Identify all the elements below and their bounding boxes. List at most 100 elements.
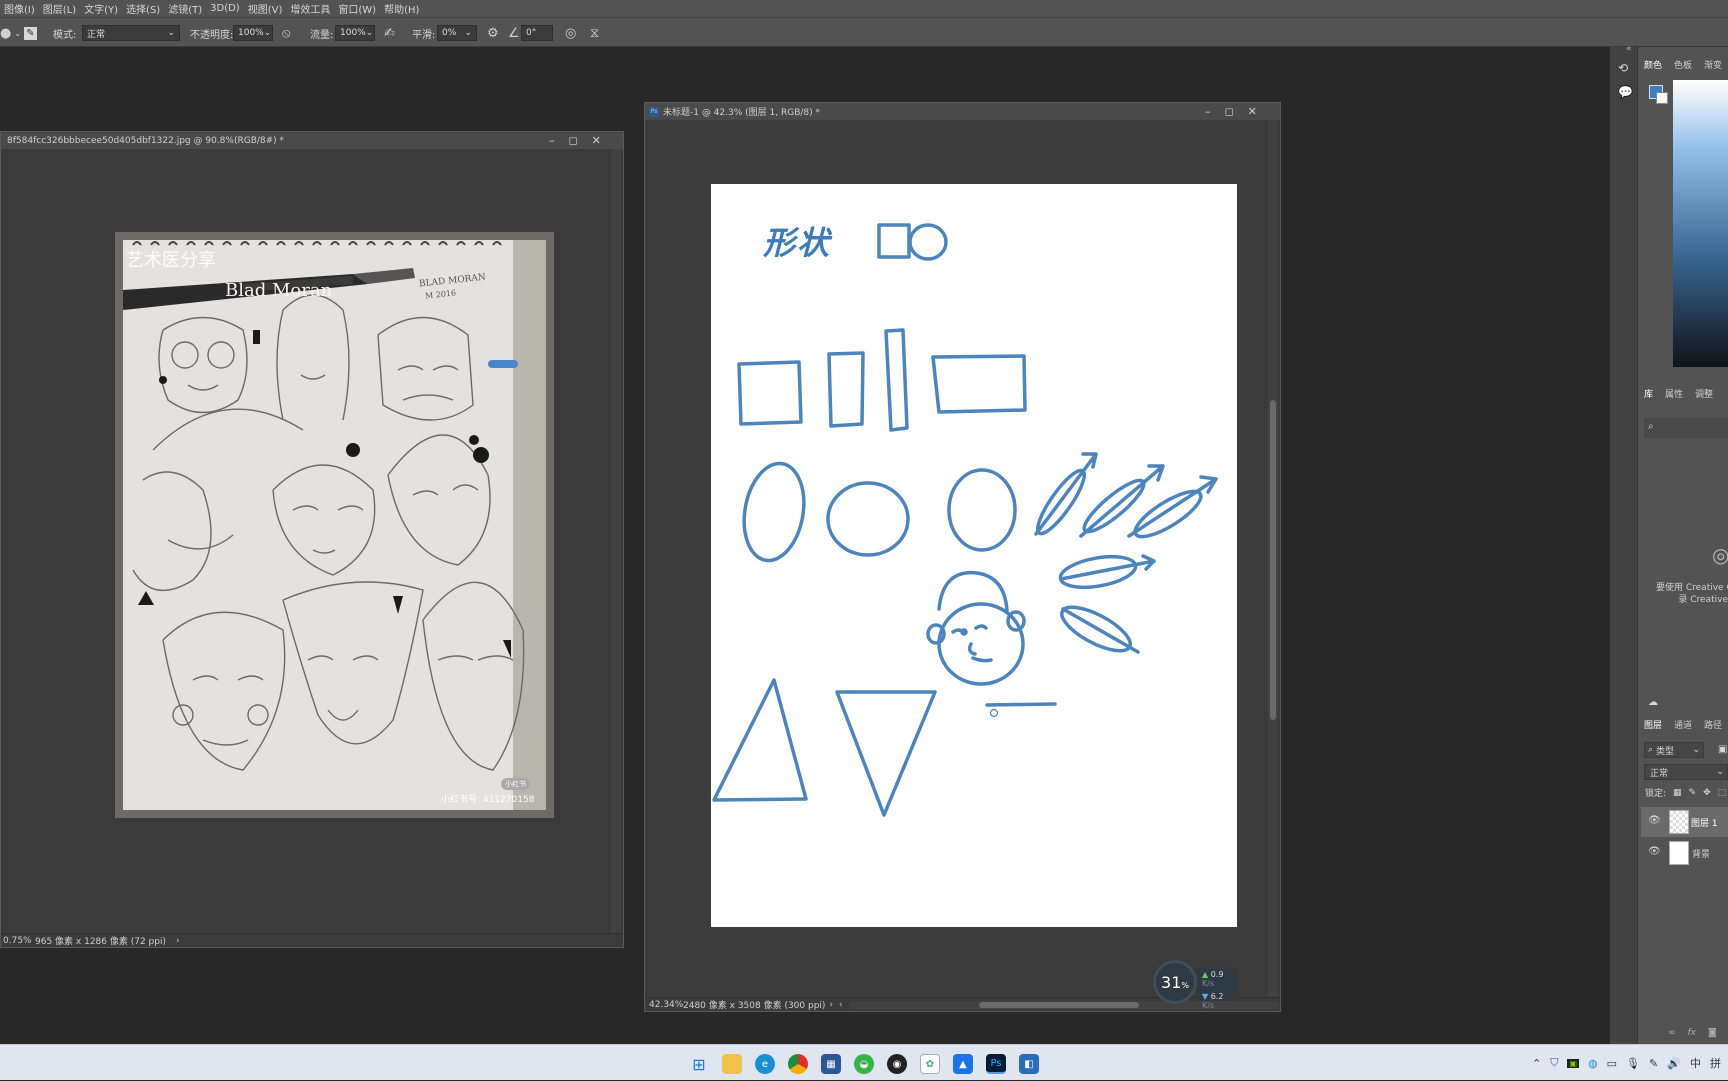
chevron-up-icon[interactable]: ⌃ [1532,1057,1541,1070]
layer-row[interactable]: 👁 背景 [1641,838,1728,868]
layers-footer: ∞ fx ◙ [1668,1028,1717,1038]
doc1-title-bar[interactable]: 8f584fcc326bbbecee50d405dbf1322.jpg @ 90… [1,132,623,149]
drawing-canvas[interactable]: 形状 [711,184,1237,927]
blend-mode-select[interactable]: 正常 ⌄ [1644,764,1728,780]
pressure-opacity-icon[interactable]: ⦸ [282,18,290,48]
fx-icon[interactable]: fx [1688,1028,1697,1038]
lock-paint-icon[interactable]: ✎ [1689,788,1697,798]
menu-type[interactable]: 文字(Y) [80,1,122,16]
windows-start-icon[interactable]: ⊞ [689,1054,709,1074]
menu-window[interactable]: 窗口(W) [334,1,380,16]
layer-row[interactable]: 👁 图层 1 [1641,807,1728,837]
maximize-icon[interactable]: ◻ [1225,105,1234,118]
tab-layers[interactable]: 图层 [1644,718,1662,731]
shield-icon[interactable]: ⛉ [1550,1056,1558,1070]
chevron-right-icon[interactable]: › [829,1000,833,1010]
network-meter[interactable]: 31% [1153,960,1197,1004]
symmetry-icon[interactable]: ⧖ [590,18,599,48]
lock-move-icon[interactable]: ✥ [1703,788,1711,798]
layer-thumbnail [1669,841,1689,865]
menu-help[interactable]: 帮助(H) [380,1,423,16]
brush-settings-toggle[interactable]: ✎ [24,18,37,48]
mode-select[interactable]: 正常 ⌄ [82,25,180,41]
minimize-icon[interactable]: – [1205,105,1211,118]
menu-select[interactable]: 选择(S) [122,1,164,16]
doc2-hscroll-thumb[interactable] [978,1001,1139,1008]
cloud-sync-icon[interactable]: ☁ [1648,697,1658,708]
smooth-field[interactable]: 0% ⌄ [437,25,477,41]
flow-field[interactable]: 100% ⌄ [335,25,375,41]
layers-panel-tabs: 图层 通道 路径 [1638,714,1728,734]
menu-plugins[interactable]: 增效工具 [286,1,334,16]
pressure-size-icon[interactable]: ◎ [565,18,576,48]
airbrush-icon[interactable]: ✍ [384,18,395,48]
pen-icon[interactable]: ✎ [1649,1057,1658,1070]
lock-artboard-icon[interactable]: ⬚ [1718,788,1727,798]
doc2-title-bar[interactable]: Ps 未标题-1 @ 42.3% (图层 1, RGB/8) * [645,103,1280,120]
maximize-icon[interactable]: ◻ [569,134,578,147]
history-icon[interactable]: ⟲ [1618,61,1628,75]
network-icon[interactable]: ◍ [1588,1057,1598,1070]
minimize-icon[interactable]: – [549,134,555,147]
ps-doc-icon: Ps [649,106,659,117]
color-picker-field[interactable] [1673,80,1728,367]
edge-browser-icon[interactable]: e [755,1054,775,1074]
doc1-vertical-scrollbar[interactable] [611,149,621,935]
ime-mode[interactable]: 拼 [1710,1055,1721,1071]
background-color-swatch[interactable] [1656,92,1668,104]
tab-channels[interactable]: 通道 [1674,718,1692,731]
library-search-input[interactable]: ⌕ [1644,418,1728,438]
tab-properties[interactable]: 属性 [1665,387,1683,400]
tab-adjustments[interactable]: 调整 [1695,387,1713,400]
image-viewer-icon[interactable]: ◧ [1019,1054,1039,1074]
angle-field[interactable]: 0° [521,25,553,41]
tab-paths[interactable]: 路径 [1704,718,1722,731]
layer-name: 图层 1 [1691,819,1718,829]
brush-preset-picker[interactable]: ● ⌄ [0,18,21,48]
opacity-field[interactable]: 100% ⌄ [233,25,273,41]
doc2-zoom[interactable]: 42.34% [645,1000,683,1010]
visibility-eye-icon[interactable]: 👁 [1648,815,1661,826]
nvidia-icon[interactable]: ▣ [1567,1058,1580,1068]
wechat-icon[interactable]: ◒ [854,1054,874,1074]
screenshot-app-icon[interactable]: ✿ [920,1054,940,1074]
tab-gradients[interactable]: 渐变 [1704,58,1722,71]
visibility-eye-icon[interactable]: 👁 [1648,846,1661,857]
doc1-zoom[interactable]: 0.75% [1,936,32,946]
close-icon[interactable]: ✕ [592,134,601,147]
menu-3d[interactable]: 3D(D) [206,3,244,14]
collapse-panels-icon[interactable]: « [1626,44,1632,54]
gear-icon[interactable]: ⚙ [487,18,499,48]
menu-layer[interactable]: 图层(L) [39,1,80,16]
library-notice-2: 录 Creative [1678,595,1728,605]
file-explorer-icon[interactable] [722,1054,742,1074]
tab-libraries[interactable]: 库 [1644,387,1653,400]
menu-image[interactable]: 图像(I) [0,1,39,16]
layer-thumbnail [1669,810,1689,834]
layer-filter-select[interactable]: ⌕ 类型 ⌄ [1644,742,1704,758]
store-icon[interactable]: ▦ [821,1054,841,1074]
comment-icon[interactable]: 💬 [1618,85,1633,99]
chevron-left-icon[interactable]: ‹ [839,1000,843,1010]
doc2-scroll-thumb[interactable] [1270,400,1276,720]
display-icon[interactable]: ▭ [1607,1057,1617,1070]
microphone-icon[interactable]: 🎙 [1626,1057,1640,1070]
tab-color[interactable]: 颜色 [1644,58,1662,71]
close-icon[interactable]: ✕ [1248,105,1257,118]
image-filter-icon[interactable]: ▣ [1718,744,1727,755]
volume-icon[interactable]: 🔊 [1667,1057,1681,1070]
ime-language[interactable]: 中 [1690,1055,1701,1071]
tab-swatches[interactable]: 色板 [1674,58,1692,71]
pen-tablet-app-icon[interactable]: ▲ [953,1054,973,1074]
photoshop-taskbar-icon[interactable]: Ps [986,1054,1006,1074]
menu-view[interactable]: 视图(V) [244,1,287,16]
angle-value: 0° [526,28,537,38]
lock-transparent-icon[interactable]: ▦ [1673,788,1682,798]
menu-filter[interactable]: 滤镜(T) [164,1,206,16]
link-layers-icon[interactable]: ∞ [1668,1028,1676,1038]
doc2-vertical-scrollbar[interactable] [1268,120,1278,998]
add-mask-icon[interactable]: ◙ [1708,1028,1717,1038]
qq-icon[interactable]: ◉ [887,1054,907,1074]
chevron-right-icon[interactable]: › [176,936,180,946]
chrome-icon[interactable] [788,1054,808,1074]
